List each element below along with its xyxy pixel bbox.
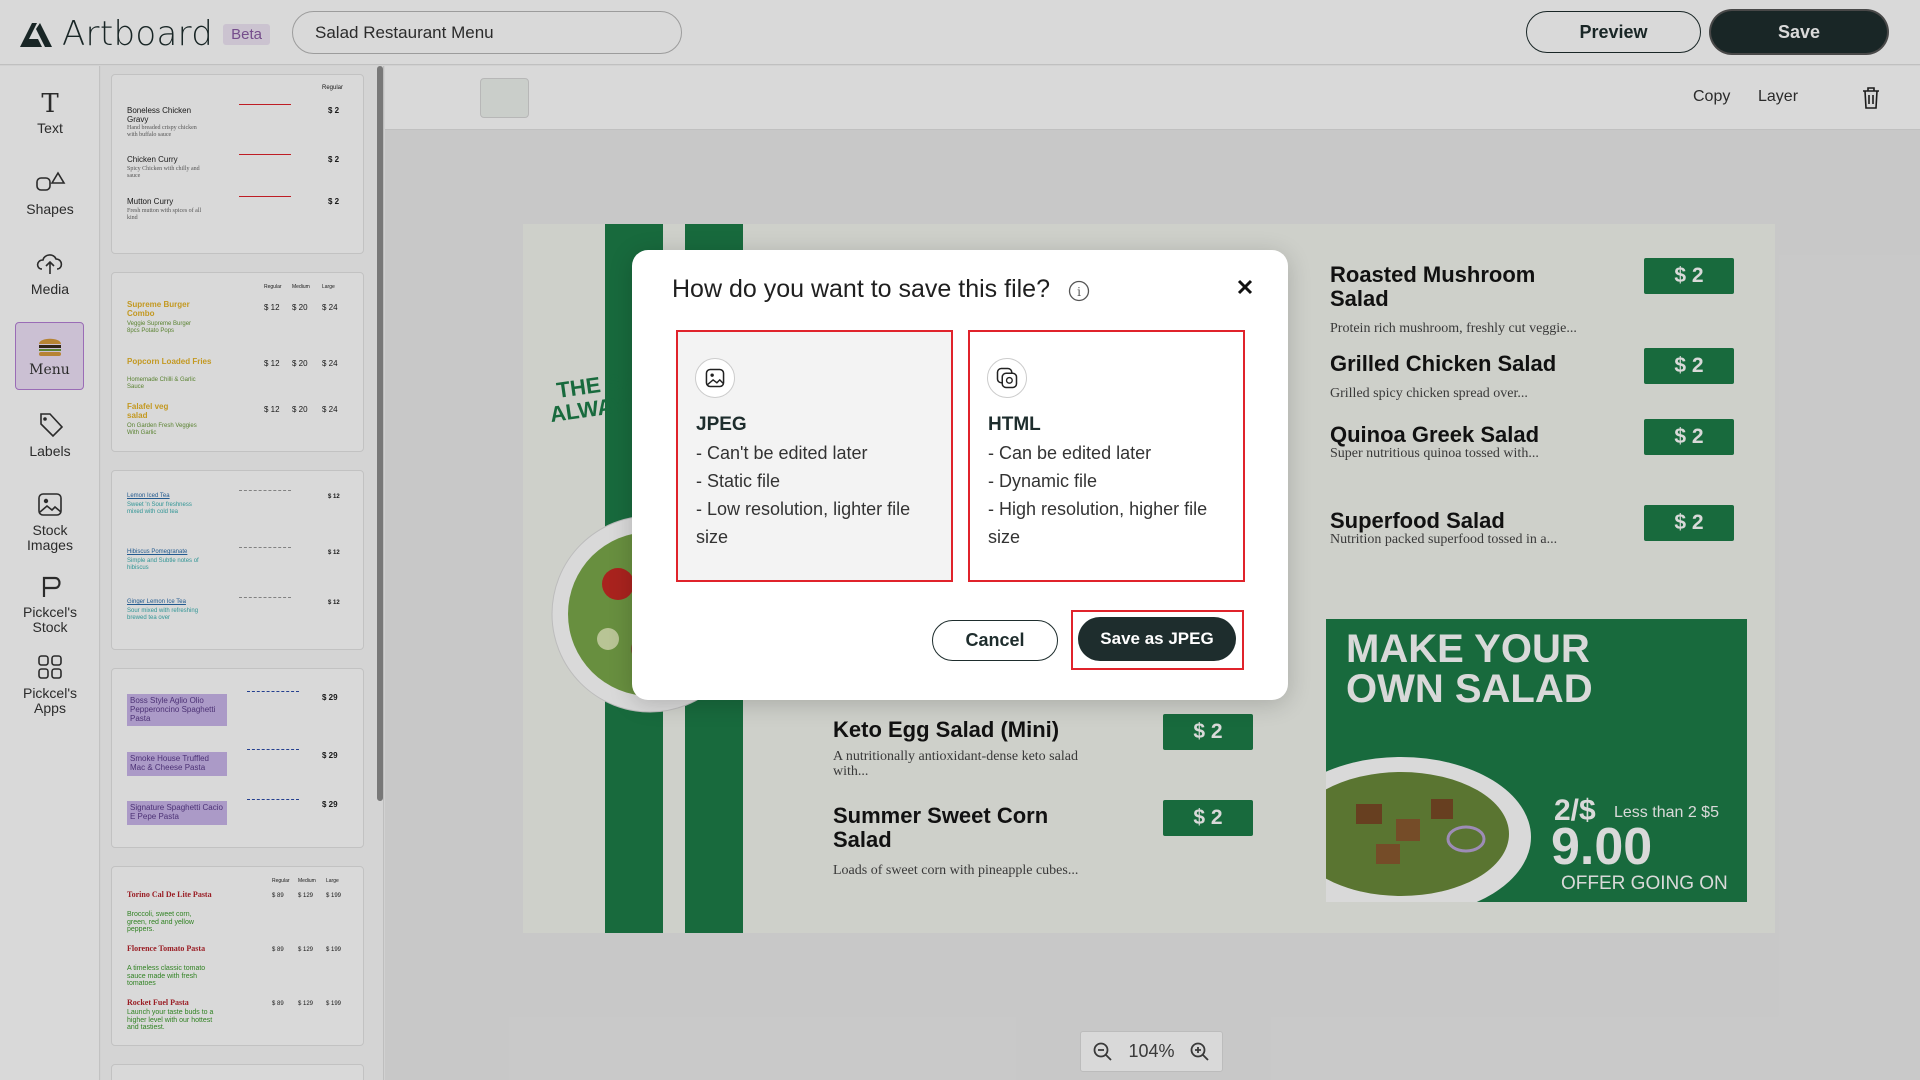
option-name: JPEG (696, 414, 747, 435)
save-format-dialog: How do you want to save this file? i JPE… (632, 250, 1288, 700)
save-as-jpeg-button[interactable]: Save as JPEG (1078, 617, 1236, 661)
html-file-icon (987, 358, 1027, 398)
info-icon[interactable]: i (1068, 280, 1090, 302)
jpeg-option-card[interactable]: JPEG - Can't be edited later - Static fi… (676, 330, 953, 582)
svg-text:i: i (1077, 285, 1081, 299)
option-detail: - High resolution, higher file size (988, 499, 1208, 547)
dialog-title: How do you want to save this file? (672, 275, 1050, 303)
cancel-button[interactable]: Cancel (932, 620, 1058, 661)
html-option-card[interactable]: HTML - Can be edited later - Dynamic fil… (968, 330, 1245, 582)
option-detail: - Static file (696, 471, 781, 491)
option-detail: - Low resolution, lighter file size (696, 499, 911, 547)
option-detail: - Can't be edited later (696, 443, 868, 463)
close-icon[interactable] (1234, 276, 1256, 298)
option-detail: - Can be edited later (988, 443, 1152, 463)
option-name: HTML (988, 414, 1041, 435)
option-detail: - Dynamic file (988, 471, 1098, 491)
image-icon (695, 358, 735, 398)
